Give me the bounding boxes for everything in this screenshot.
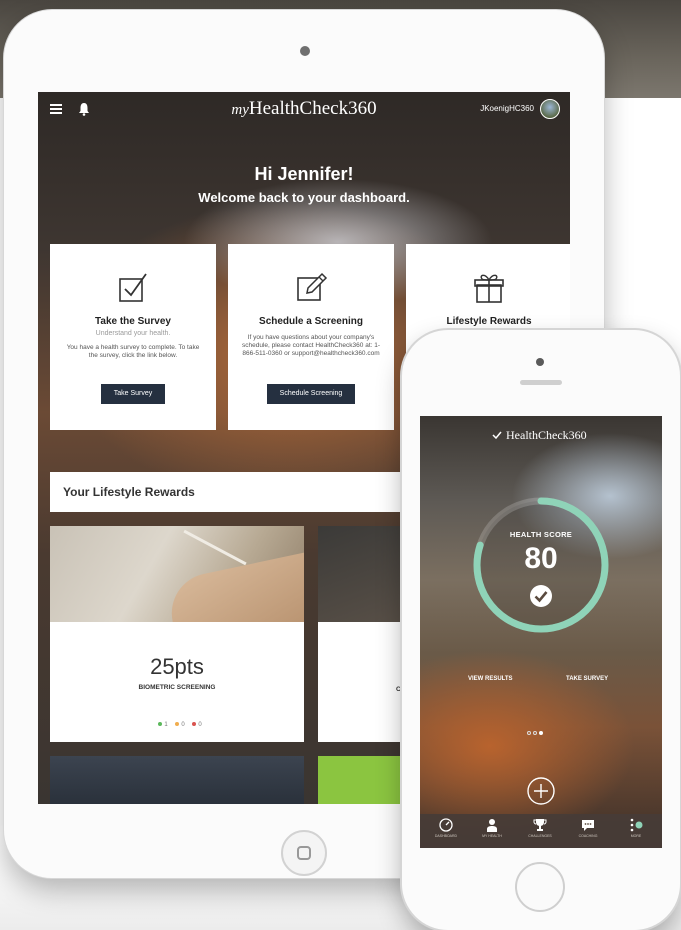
take-survey-link[interactable]: TAKE SURVEY xyxy=(566,676,608,682)
tab-dashboard[interactable]: DASHBOARD xyxy=(426,818,466,848)
welcome-subtitle: Welcome back to your dashboard. xyxy=(198,190,410,205)
phone-brand-logo: HealthCheck360 xyxy=(492,428,612,443)
card-description: You have a health survey to complete. To… xyxy=(66,344,200,359)
status-dot-orange xyxy=(175,722,180,727)
card-subtitle: Understand your health. xyxy=(95,330,171,337)
logo-check-icon xyxy=(492,431,502,439)
phone-home-button[interactable] xyxy=(515,862,565,912)
rewards-heading: Your Lifestyle Rewards xyxy=(63,485,195,499)
schedule-screening-button[interactable]: Schedule Screening xyxy=(267,384,355,404)
page-indicator[interactable] xyxy=(526,722,556,735)
bottom-tab-bar: DASHBOARD MY HEALTH CHALLENGES COACHING … xyxy=(420,814,662,848)
brand-logo[interactable]: myHealthCheck360 xyxy=(214,98,394,122)
schedule-screening-card: Schedule a Screening If you have questio… xyxy=(228,244,394,430)
tablet-home-button[interactable] xyxy=(281,830,327,876)
card-description: If you have questions about your company… xyxy=(241,334,381,357)
health-score-label: HEALTH SCORE xyxy=(509,530,573,539)
edit-pencil-icon xyxy=(297,272,328,301)
tab-more[interactable]: MORE xyxy=(616,818,656,848)
tab-my-health[interactable]: MY HEALTH xyxy=(472,818,512,848)
pager-dot-active[interactable] xyxy=(539,731,543,735)
status-dot-green xyxy=(158,722,163,727)
card-title: Schedule a Screening xyxy=(259,316,363,327)
status-count: 1 xyxy=(164,722,168,728)
greeting-title: Hi Jennifer! xyxy=(254,164,354,184)
biometric-screening-photo xyxy=(50,526,304,622)
gift-icon xyxy=(474,274,504,303)
view-results-link[interactable]: VIEW RESULTS xyxy=(468,676,513,682)
tab-label: DASHBOARD xyxy=(434,834,458,838)
health-score-value: 80 xyxy=(524,542,558,575)
pager-dot[interactable] xyxy=(527,731,531,735)
take-survey-button[interactable]: Take Survey xyxy=(101,384,165,404)
bell-icon[interactable] xyxy=(78,102,90,116)
tab-label: COACHING xyxy=(578,834,598,838)
reward-status-counts: 1 0 0 xyxy=(50,722,304,728)
take-survey-card: Take the Survey Understand your health. … xyxy=(50,244,216,430)
reward-photo-3 xyxy=(50,756,304,804)
reward-points: 25pts xyxy=(150,654,204,679)
more-dots-icon xyxy=(630,818,643,832)
phone-device: HealthCheck360 HEALTH SCORE 80 VIEW RESU… xyxy=(402,330,680,930)
card-title: Take the Survey xyxy=(95,316,171,327)
card-title: Lifestyle Rewards xyxy=(446,316,532,327)
tab-coaching[interactable]: COACHING xyxy=(568,818,608,848)
phone-camera xyxy=(536,358,544,366)
status-dot-red xyxy=(192,722,197,727)
phone-screen: HealthCheck360 HEALTH SCORE 80 VIEW RESU… xyxy=(420,416,662,848)
person-icon xyxy=(487,819,497,832)
tab-challenges[interactable]: CHALLENGES xyxy=(520,818,560,848)
phone-brand-name: HealthCheck360 xyxy=(506,428,587,442)
check-circle-icon xyxy=(530,585,552,607)
tablet-camera xyxy=(300,46,310,56)
tab-label: MY HEALTH xyxy=(482,834,502,838)
hamburger-menu-icon[interactable] xyxy=(50,104,62,114)
brand-prefix: my xyxy=(231,102,249,118)
username[interactable]: JKoenigHC360 xyxy=(480,104,534,113)
reward-label: BIOMETRIC SCREENING xyxy=(138,684,216,691)
top-bar: myHealthCheck360 JKoenigHC360 xyxy=(38,92,570,126)
pager-dot[interactable] xyxy=(533,731,537,735)
tab-label: CHALLENGES xyxy=(528,834,552,838)
trophy-icon xyxy=(533,819,547,831)
tab-label: MORE xyxy=(630,834,642,838)
add-plus-icon[interactable] xyxy=(526,776,556,806)
chat-bubble-icon xyxy=(582,820,594,831)
avatar[interactable] xyxy=(540,99,560,119)
status-count: 0 xyxy=(181,722,185,728)
dashboard-gauge-icon xyxy=(439,818,453,832)
rewards-section-header: Your Lifestyle Rewards xyxy=(50,472,410,512)
brand-name: HealthCheck360 xyxy=(248,98,377,119)
biometric-reward-card[interactable]: 25pts BIOMETRIC SCREENING 1 0 0 xyxy=(50,622,304,742)
checkbox-icon xyxy=(119,273,147,302)
status-count: 0 xyxy=(198,722,202,728)
phone-speaker xyxy=(520,380,562,385)
